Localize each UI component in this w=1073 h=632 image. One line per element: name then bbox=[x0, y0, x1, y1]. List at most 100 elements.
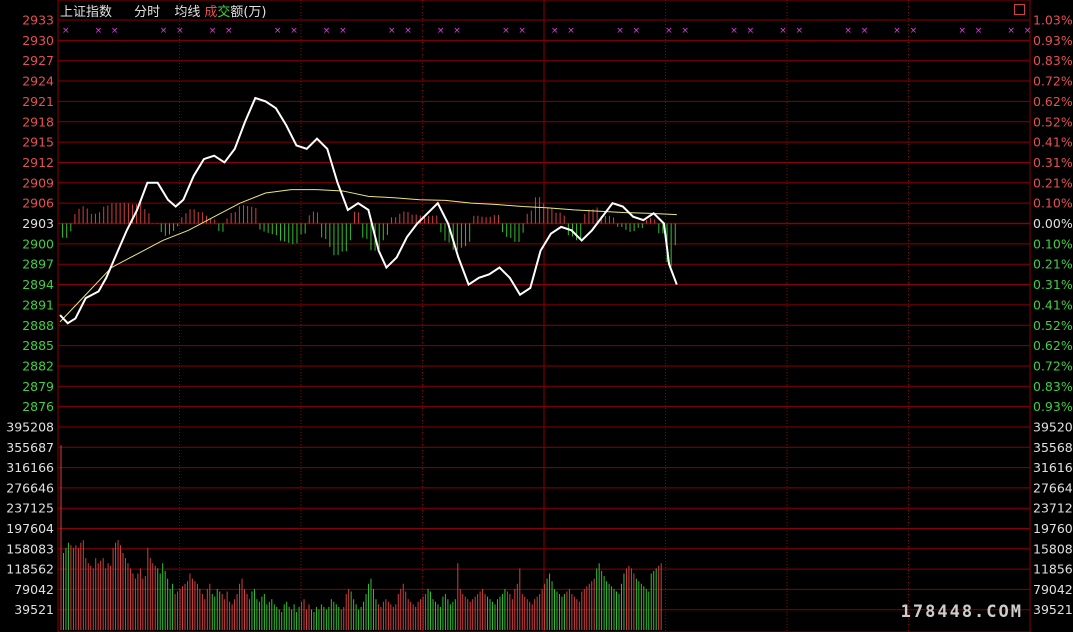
watermark: 178448.COM bbox=[900, 602, 1023, 622]
signal-mark: × bbox=[62, 26, 70, 36]
volume-tick-label: 158083 bbox=[6, 541, 54, 556]
pct-tick-label: 0.62% bbox=[1033, 338, 1073, 353]
volume-tick-label: 395208 bbox=[6, 420, 54, 435]
signal-mark: × bbox=[453, 26, 461, 36]
pct-tick-label: 0.62% bbox=[1033, 94, 1073, 109]
signal-mark: × bbox=[290, 26, 298, 36]
volume-label-2: 交 bbox=[217, 5, 231, 20]
price-tick-label: 2903 bbox=[22, 216, 54, 231]
pct-tick-label: 0.31% bbox=[1033, 277, 1073, 292]
signal-mark: × bbox=[975, 26, 983, 36]
volume-tick-label: 316166 bbox=[6, 460, 54, 475]
avg-label: 均线 bbox=[174, 5, 201, 20]
chart-header: 上证指数 分时 均线 成交额(万) bbox=[60, 1, 277, 20]
pct-tick-label: 0.21% bbox=[1033, 175, 1073, 190]
signal-markers: × × × × × × × × × × × × × × × × × × × × × × × × × × × × × × × × × × × bbox=[62, 26, 1031, 36]
volume-tick-label: 118562 bbox=[6, 562, 54, 577]
signal-mark: × bbox=[176, 26, 184, 36]
volume-label-1: 成 bbox=[204, 5, 218, 20]
signal-mark: × bbox=[681, 26, 689, 36]
volume-tick-label-right: 158083 bbox=[1033, 541, 1073, 556]
signal-mark: × bbox=[616, 26, 624, 36]
volume-tick-label-right: 39521 bbox=[1033, 602, 1073, 617]
pct-tick-label: 0.31% bbox=[1033, 155, 1073, 170]
volume-tick-label: 79042 bbox=[14, 582, 54, 597]
signal-mark: × bbox=[633, 26, 641, 36]
pct-tick-label: 0.72% bbox=[1033, 358, 1073, 373]
volume-bars bbox=[60, 445, 662, 630]
signal-mark: × bbox=[323, 26, 331, 36]
volume-tick-label-right: 276646 bbox=[1033, 480, 1073, 495]
signal-mark: × bbox=[518, 26, 526, 36]
volume-tick-label: 197604 bbox=[6, 521, 54, 536]
signal-mark: × bbox=[844, 26, 852, 36]
pct-tick-label: 0.10% bbox=[1033, 236, 1073, 251]
right-axis: 1.03% 0.93% 0.83% 0.72% 0.62% 0.52% 0.41% 0.31%… bbox=[1033, 13, 1073, 618]
price-tick-label: 2885 bbox=[22, 338, 54, 353]
volume-tick-label: 276646 bbox=[6, 480, 54, 495]
signal-mark: × bbox=[339, 26, 347, 36]
signal-mark: × bbox=[225, 26, 233, 36]
pct-tick-label: 0.93% bbox=[1033, 33, 1073, 48]
signal-mark: × bbox=[160, 26, 168, 36]
pct-tick-label: 0.83% bbox=[1033, 53, 1073, 68]
signal-mark: × bbox=[274, 26, 282, 36]
pct-tick-label: 0.83% bbox=[1033, 379, 1073, 394]
signal-mark: × bbox=[404, 26, 412, 36]
pct-tick-label: 0.10% bbox=[1033, 196, 1073, 211]
signal-mark: × bbox=[551, 26, 559, 36]
pct-tick-label: 0.52% bbox=[1033, 114, 1073, 129]
pct-tick-label: 0.41% bbox=[1033, 297, 1073, 312]
volume-tick-label: 355687 bbox=[6, 440, 54, 455]
signal-mark: × bbox=[437, 26, 445, 36]
index-title: 上证指数 bbox=[60, 5, 113, 20]
price-tick-label: 2897 bbox=[22, 257, 54, 272]
pct-tick-label: 0.52% bbox=[1033, 318, 1073, 333]
price-tick-label: 2906 bbox=[22, 196, 54, 211]
price-tick-label: 2924 bbox=[22, 74, 54, 89]
volume-tick-label: 39521 bbox=[14, 602, 54, 617]
intraday-chart: 2933 2930 2927 2924 2921 2918 2915 2912 2909 2906… bbox=[6, 0, 1073, 632]
grid-lines bbox=[57, 0, 1031, 632]
ratio-bars bbox=[62, 197, 676, 267]
price-tick-label: 2894 bbox=[22, 277, 54, 292]
signal-mark: × bbox=[1024, 26, 1032, 36]
signal-mark: × bbox=[665, 26, 673, 36]
volume-tick-label-right: 237125 bbox=[1033, 501, 1073, 516]
signal-mark: × bbox=[910, 26, 918, 36]
signal-mark: × bbox=[730, 26, 738, 36]
price-tick-label: 2918 bbox=[22, 114, 54, 129]
pct-tick-label: 1.03% bbox=[1033, 13, 1073, 28]
price-tick-label: 2900 bbox=[22, 236, 54, 251]
price-tick-label: 2921 bbox=[22, 94, 54, 109]
signal-mark: × bbox=[893, 26, 901, 36]
pct-tick-label: 0.00% bbox=[1033, 216, 1073, 231]
price-tick-label: 2912 bbox=[22, 155, 54, 170]
pct-tick-label: 0.93% bbox=[1033, 399, 1073, 414]
signal-mark: × bbox=[959, 26, 967, 36]
signal-mark: × bbox=[861, 26, 869, 36]
mode-label: 分时 bbox=[134, 5, 161, 20]
price-tick-label: 2879 bbox=[22, 379, 54, 394]
volume-tick-label-right: 197604 bbox=[1033, 521, 1073, 536]
price-tick-label: 2882 bbox=[22, 358, 54, 373]
volume-tick-label: 237125 bbox=[6, 501, 54, 516]
signal-mark: × bbox=[388, 26, 396, 36]
signal-mark: × bbox=[502, 26, 510, 36]
pct-tick-label: 0.41% bbox=[1033, 135, 1073, 150]
left-axis: 2933 2930 2927 2924 2921 2918 2915 2912 2909 2906… bbox=[6, 13, 54, 618]
price-tick-label: 2915 bbox=[22, 135, 54, 150]
price-tick-label: 2909 bbox=[22, 175, 54, 190]
signal-mark: × bbox=[209, 26, 217, 36]
volume-label-3: 额(万) bbox=[230, 5, 267, 20]
signal-mark: × bbox=[1007, 26, 1015, 36]
signal-mark: × bbox=[95, 26, 103, 36]
corner-toggle-icon[interactable] bbox=[1014, 4, 1025, 15]
price-tick-label: 2888 bbox=[22, 318, 54, 333]
price-tick-label: 2891 bbox=[22, 297, 54, 312]
volume-tick-label-right: 79042 bbox=[1033, 582, 1073, 597]
price-tick-label: 2927 bbox=[22, 53, 54, 68]
volume-tick-label-right: 316166 bbox=[1033, 460, 1073, 475]
volume-tick-label-right: 395208 bbox=[1033, 420, 1073, 435]
signal-mark: × bbox=[747, 26, 755, 36]
